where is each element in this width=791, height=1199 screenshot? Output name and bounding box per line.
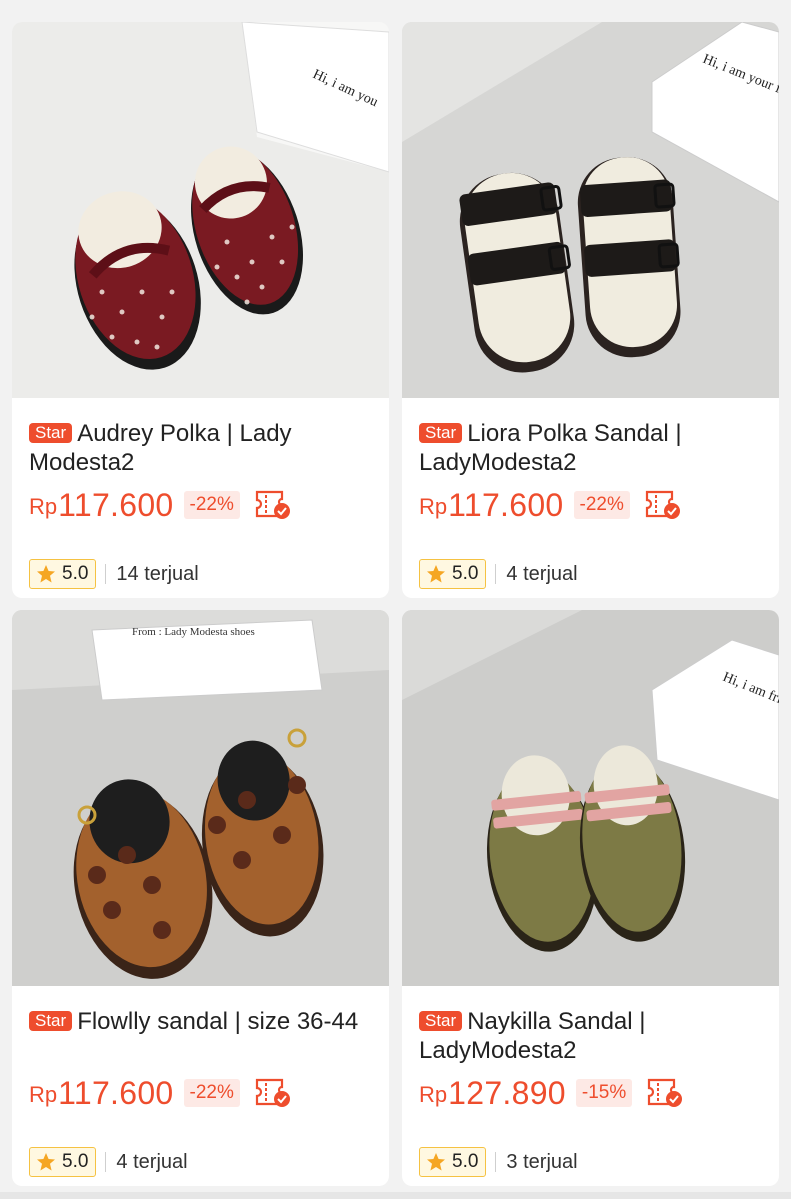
star-icon: [37, 565, 55, 583]
price-row: Rp 117.600 -22%: [419, 485, 684, 525]
product-card[interactable]: From : Lady Modesta shoes Star Flowlly s…: [12, 610, 389, 1186]
voucher-icon: [645, 490, 680, 519]
price-currency: Rp: [419, 494, 448, 519]
star-icon: [427, 1153, 445, 1171]
rating-row: 5.0 3 terjual: [419, 1147, 578, 1177]
star-icon: [37, 1153, 55, 1171]
sold-count: 14 terjual: [116, 562, 199, 585]
divider: [495, 564, 497, 584]
divider: [105, 564, 107, 584]
product-title[interactable]: Star Audrey Polka | Lady Modesta2: [29, 419, 374, 477]
product-info: Star Naykilla Sandal | LadyModesta2 Rp 12…: [419, 1007, 764, 1177]
discount-badge: -22%: [183, 1079, 240, 1107]
voucher-icon: [648, 1078, 683, 1107]
discount-badge: -22%: [183, 491, 240, 519]
rating-badge: 5.0: [29, 1147, 97, 1177]
divider: [105, 1152, 107, 1172]
sold-count: 4 terjual: [506, 562, 578, 585]
star-badge: Star: [419, 1011, 463, 1031]
rating-row: 5.0 4 terjual: [29, 1147, 188, 1177]
rating-row: 5.0 4 terjual: [419, 559, 578, 589]
rating-badge: 5.0: [419, 559, 487, 589]
product-image[interactable]: From : Lady Modesta shoes: [12, 610, 389, 986]
price-amount: 127.890: [448, 1074, 566, 1111]
price-amount: 117.600: [58, 486, 174, 523]
product-info: Star Audrey Polka | Lady Modesta2 Rp 117.…: [29, 419, 374, 589]
voucher-icon: [255, 1078, 290, 1107]
product-card[interactable]: Hi, i am your friend! Star Liora Polka S…: [402, 22, 779, 598]
product-image[interactable]: Hi, i am you: [12, 22, 389, 398]
divider: [495, 1152, 497, 1172]
rating-badge: 5.0: [419, 1147, 487, 1177]
rating-value: 5.0: [452, 563, 479, 584]
product-title[interactable]: Star Naykilla Sandal | LadyModesta2: [419, 1007, 764, 1065]
price-row: Rp 117.600 -22%: [29, 1073, 294, 1113]
product-info: Star Flowlly sandal | size 36-44 Rp 117.6…: [29, 1007, 374, 1177]
rating-badge: 5.0: [29, 559, 97, 589]
product-card[interactable]: Hi, i am you Star Audrey Polka | Lady Mo…: [12, 22, 389, 598]
rating-value: 5.0: [62, 563, 89, 584]
sold-count: 4 terjual: [116, 1150, 188, 1173]
product-image[interactable]: Hi, i am your friend!: [402, 22, 779, 398]
price-row: Rp 127.890 -15%: [419, 1073, 686, 1113]
product-title[interactable]: Star Flowlly sandal | size 36-44: [29, 1007, 374, 1065]
product-image[interactable]: Hi, i am friend!: [402, 610, 779, 986]
product-card[interactable]: Hi, i am friend! Star Naykilla Sandal | …: [402, 610, 779, 1186]
product-title[interactable]: Star Liora Polka Sandal | LadyModesta2: [419, 419, 764, 477]
star-badge: Star: [29, 1011, 73, 1031]
star-icon: [427, 565, 445, 583]
sold-count: 3 terjual: [506, 1150, 578, 1173]
rating-row: 5.0 14 terjual: [29, 559, 199, 589]
rating-value: 5.0: [452, 1151, 479, 1172]
discount-badge: -15%: [575, 1079, 633, 1107]
discount-badge: -22%: [573, 491, 630, 519]
star-badge: Star: [29, 423, 73, 443]
voucher-icon: [255, 490, 290, 519]
next-row-edge: [0, 1192, 791, 1199]
star-badge: Star: [419, 423, 463, 443]
price-row: Rp 117.600 -22%: [29, 485, 294, 525]
product-grid: Hi, i am you Star Audrey Polka | Lady Mo…: [0, 0, 791, 1199]
price-currency: Rp: [29, 494, 58, 519]
box-text: From : Lady Modesta shoes: [132, 626, 255, 638]
rating-value: 5.0: [62, 1151, 89, 1172]
product-info: Star Liora Polka Sandal | LadyModesta2 Rp…: [419, 419, 764, 589]
price-amount: 117.600: [448, 486, 564, 523]
product-title-text: Flowlly sandal | size 36-44: [77, 1008, 359, 1035]
price-currency: Rp: [29, 1082, 58, 1107]
price-amount: 117.600: [58, 1074, 174, 1111]
price-currency: Rp: [419, 1082, 448, 1107]
